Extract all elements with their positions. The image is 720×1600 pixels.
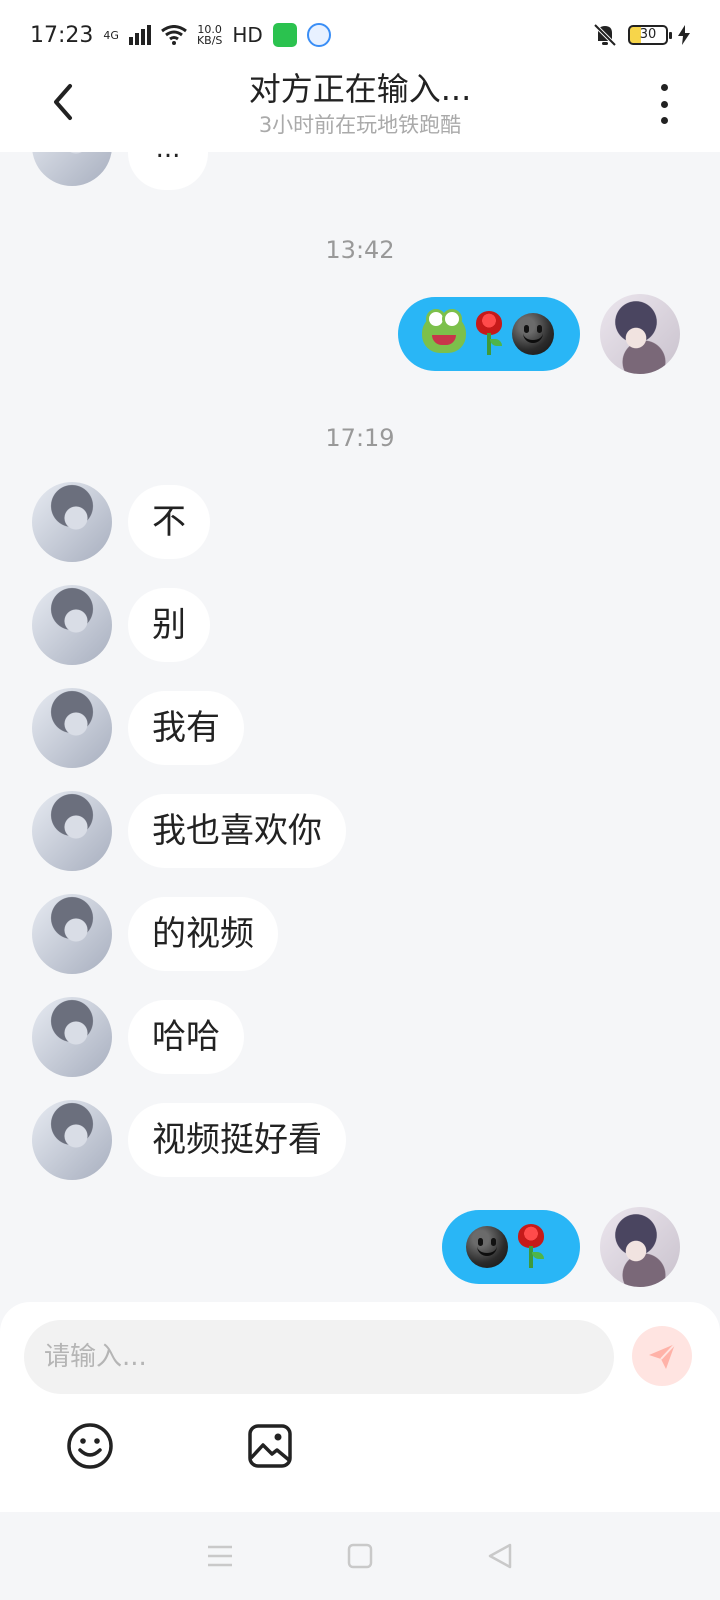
message-row-other: 不 bbox=[0, 482, 720, 562]
image-button[interactable] bbox=[246, 1422, 294, 1470]
input-panel bbox=[0, 1302, 720, 1512]
my-avatar[interactable] bbox=[600, 294, 680, 374]
message-row-me bbox=[0, 1207, 720, 1287]
message-bubble-other[interactable]: 哈哈 bbox=[128, 1000, 244, 1074]
rose-stem bbox=[529, 1246, 533, 1268]
menu-icon bbox=[208, 1545, 232, 1567]
status-left: 17:23 4G 10.0 KB/S HD bbox=[30, 23, 331, 48]
message-row-other: 哈哈 bbox=[0, 997, 720, 1077]
nav-menu-button[interactable] bbox=[206, 1542, 234, 1570]
message-input[interactable] bbox=[24, 1320, 614, 1394]
chat-area[interactable]: ... 13:42 17:19 不 别 我有 我也喜欢你 的视频 bbox=[0, 152, 720, 1302]
title-block: 对方正在输入... 3小时前在玩地铁跑酷 bbox=[0, 68, 720, 140]
message-row-me bbox=[0, 294, 720, 374]
message-bubble-other[interactable]: 不 bbox=[128, 485, 210, 559]
battery-icon: 30 bbox=[628, 25, 672, 45]
message-bubble-other[interactable]: 的视频 bbox=[128, 897, 278, 971]
send-icon bbox=[649, 1343, 676, 1369]
mute-icon bbox=[593, 23, 617, 47]
frog-mouth bbox=[432, 335, 456, 345]
message-row-other: 的视频 bbox=[0, 894, 720, 974]
dark-smile-emoji bbox=[512, 313, 554, 355]
contact-avatar[interactable] bbox=[32, 791, 112, 871]
net-speed: 10.0 KB/S bbox=[197, 24, 222, 46]
my-avatar[interactable] bbox=[600, 1207, 680, 1287]
smiley-icon bbox=[67, 1423, 113, 1469]
contact-avatar[interactable] bbox=[32, 997, 112, 1077]
message-row-other: ... bbox=[0, 152, 720, 232]
rose-stem bbox=[487, 333, 491, 355]
page-subtitle: 3小时前在玩地铁跑酷 bbox=[258, 113, 462, 137]
nav-home-button[interactable] bbox=[346, 1542, 374, 1570]
contact-avatar[interactable] bbox=[32, 1100, 112, 1180]
page-title: 对方正在输入... bbox=[248, 70, 472, 108]
network-type: 4G bbox=[103, 28, 119, 42]
rose-leaf bbox=[490, 339, 502, 346]
signal-icon bbox=[128, 25, 151, 45]
more-options-button[interactable] bbox=[652, 84, 676, 124]
app-icon bbox=[306, 23, 331, 47]
rose-petal bbox=[476, 311, 502, 335]
chat-header: 对方正在输入... 3小时前在玩地铁跑酷 bbox=[0, 60, 720, 152]
message-bubble-me[interactable] bbox=[442, 1210, 580, 1284]
hd-label: HD bbox=[232, 23, 263, 47]
status-right: 30 bbox=[592, 23, 690, 47]
system-nav-bar bbox=[0, 1512, 720, 1600]
image-icon bbox=[248, 1424, 292, 1468]
contact-avatar[interactable] bbox=[32, 585, 112, 665]
rose-petal bbox=[518, 1224, 544, 1248]
net-speed-unit: KB/S bbox=[196, 34, 223, 47]
frog-emoji bbox=[422, 309, 466, 353]
message-bubble-other[interactable]: ... bbox=[128, 152, 208, 190]
contact-avatar[interactable] bbox=[32, 152, 112, 186]
rose-emoji bbox=[474, 311, 504, 357]
wifi-icon bbox=[161, 25, 187, 45]
nav-back-button[interactable] bbox=[486, 1542, 514, 1570]
more-dot bbox=[660, 100, 668, 108]
status-time: 17:23 bbox=[30, 22, 94, 48]
timestamp: 13:42 bbox=[325, 236, 395, 264]
send-button[interactable] bbox=[632, 1326, 692, 1386]
more-dot bbox=[660, 117, 668, 124]
emoji-button[interactable] bbox=[66, 1422, 114, 1470]
message-bubble-other[interactable]: 别 bbox=[128, 588, 210, 662]
contact-avatar[interactable] bbox=[32, 894, 112, 974]
message-row-other: 我有 bbox=[0, 688, 720, 768]
charging-icon bbox=[678, 25, 690, 45]
contact-avatar[interactable] bbox=[32, 688, 112, 768]
message-row-other: 视频挺好看 bbox=[0, 1100, 720, 1180]
message-row-other: 别 bbox=[0, 585, 720, 665]
dark-smile-emoji bbox=[466, 1226, 508, 1268]
message-row-other: 我也喜欢你 bbox=[0, 791, 720, 871]
contact-avatar[interactable] bbox=[32, 482, 112, 562]
rose-leaf bbox=[532, 1252, 544, 1259]
message-bubble-other[interactable]: 视频挺好看 bbox=[128, 1103, 346, 1177]
smile-mouth bbox=[523, 333, 543, 343]
wechat-icon bbox=[272, 23, 297, 47]
more-dot bbox=[660, 84, 668, 91]
back-triangle-icon bbox=[488, 1543, 512, 1569]
message-bubble-me[interactable] bbox=[398, 297, 580, 371]
rose-emoji bbox=[516, 1224, 546, 1270]
message-bubble-other[interactable]: 我也喜欢你 bbox=[128, 794, 346, 868]
smile-mouth bbox=[477, 1246, 497, 1256]
timestamp: 17:19 bbox=[325, 424, 395, 452]
message-bubble-other[interactable]: 我有 bbox=[128, 691, 244, 765]
home-square-icon bbox=[347, 1543, 373, 1569]
